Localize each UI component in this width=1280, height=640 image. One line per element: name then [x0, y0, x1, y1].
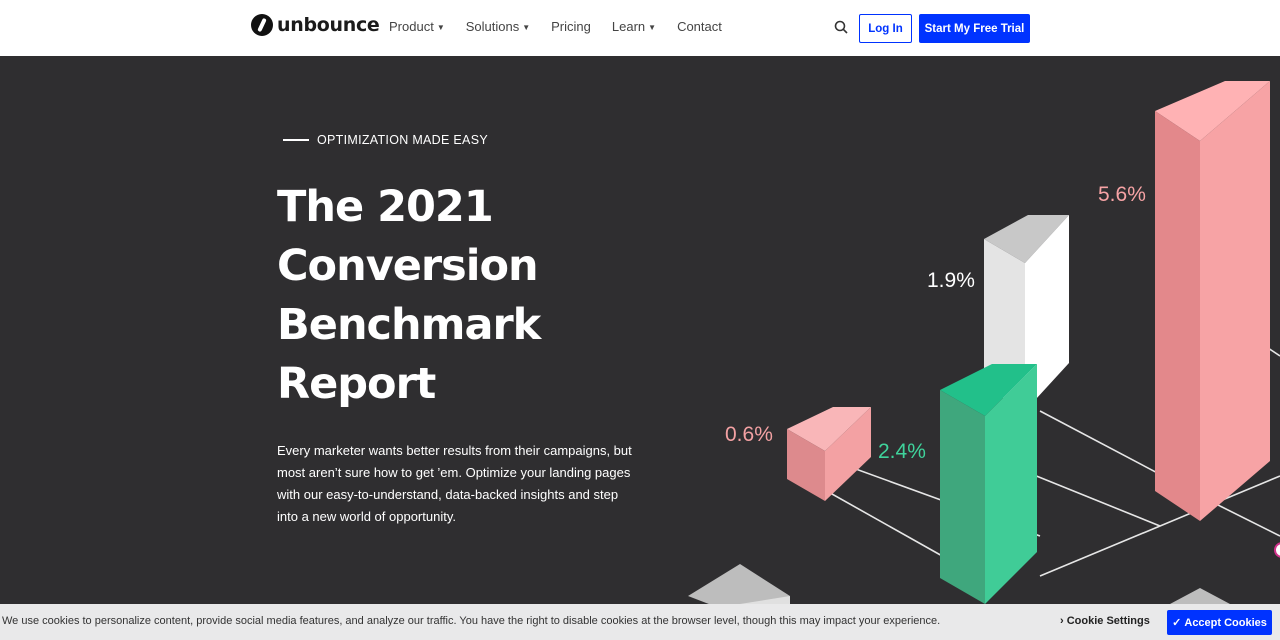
- label-5.6: 5.6%: [1098, 183, 1146, 206]
- bar-5.6: [1155, 81, 1270, 521]
- bar-0.6: [787, 407, 871, 501]
- menu-item-product[interactable]: Product ▼: [389, 19, 445, 34]
- search-icon[interactable]: [834, 20, 848, 34]
- hero-description: Every marketer wants better results from…: [277, 443, 632, 524]
- hero-title-line: Conversion: [277, 241, 539, 291]
- menu-item-solutions[interactable]: Solutions ▼: [466, 19, 530, 34]
- menu-label: Solutions: [465, 19, 520, 34]
- label-0.6: 0.6%: [725, 423, 773, 446]
- chevron-down-icon: ▼: [436, 23, 445, 32]
- bar-2.4: [940, 364, 1037, 604]
- label-2.4: 2.4%: [878, 440, 926, 463]
- menu-item-contact[interactable]: Contact: [677, 19, 722, 34]
- eyebrow-text: OPTIMIZATION MADE EASY: [317, 133, 488, 147]
- cookie-settings-link[interactable]: › Cookie Settings: [1060, 615, 1150, 627]
- menu-item-pricing[interactable]: Pricing: [551, 19, 591, 34]
- accept-cookies-button[interactable]: ✓ Accept Cookies: [1167, 610, 1272, 635]
- grey-cube-right: [1170, 588, 1230, 604]
- start-free-trial-button[interactable]: Start My Free Trial: [919, 14, 1030, 43]
- logo-mark-icon: [251, 14, 273, 36]
- label-1.9: 1.9%: [927, 269, 975, 292]
- logo-text: unbounce: [277, 14, 380, 36]
- main-menu: Product ▼ Solutions ▼ Pricing Learn ▼ Conta…: [389, 19, 722, 34]
- hero-eyebrow: OPTIMIZATION MADE EASY: [283, 133, 488, 147]
- top-navigation: unbounce Product ▼ Solutions ▼ Pricing Lea…: [0, 0, 1280, 56]
- eyebrow-divider: [283, 139, 309, 141]
- cookie-text: We use cookies to personalize content, p…: [2, 615, 941, 627]
- accept-cookies-label: Accept Cookies: [1184, 616, 1267, 629]
- cookie-settings-label: Cookie Settings: [1066, 615, 1150, 627]
- grey-cube: [688, 564, 790, 604]
- menu-label: Pricing: [551, 19, 591, 34]
- unbounce-logo[interactable]: unbounce: [251, 14, 380, 36]
- chevron-down-icon: ▼: [648, 23, 657, 32]
- menu-item-learn[interactable]: Learn ▼: [612, 19, 656, 34]
- chevron-right-icon: ›: [1060, 615, 1067, 627]
- chevron-down-icon: ▼: [522, 23, 531, 32]
- benchmark-bars-illustration: 0.6% 2.4% 1.9% 5.6%: [688, 81, 1280, 604]
- menu-label: Contact: [677, 19, 722, 34]
- login-button[interactable]: Log In: [859, 14, 912, 43]
- hero-title: The 2021 Conversion Benchmark Report: [277, 178, 597, 414]
- menu-label: Learn: [611, 19, 646, 34]
- hero-title-line: Report: [277, 359, 436, 409]
- cookie-banner: We use cookies to personalize content, p…: [0, 604, 1280, 640]
- hero-title-line: The 2021: [277, 182, 494, 232]
- menu-label: Product: [389, 19, 434, 34]
- hero-title-line: Benchmark: [277, 300, 541, 350]
- check-icon: ✓: [1172, 617, 1185, 629]
- scroll-marker-icon: [1274, 542, 1280, 558]
